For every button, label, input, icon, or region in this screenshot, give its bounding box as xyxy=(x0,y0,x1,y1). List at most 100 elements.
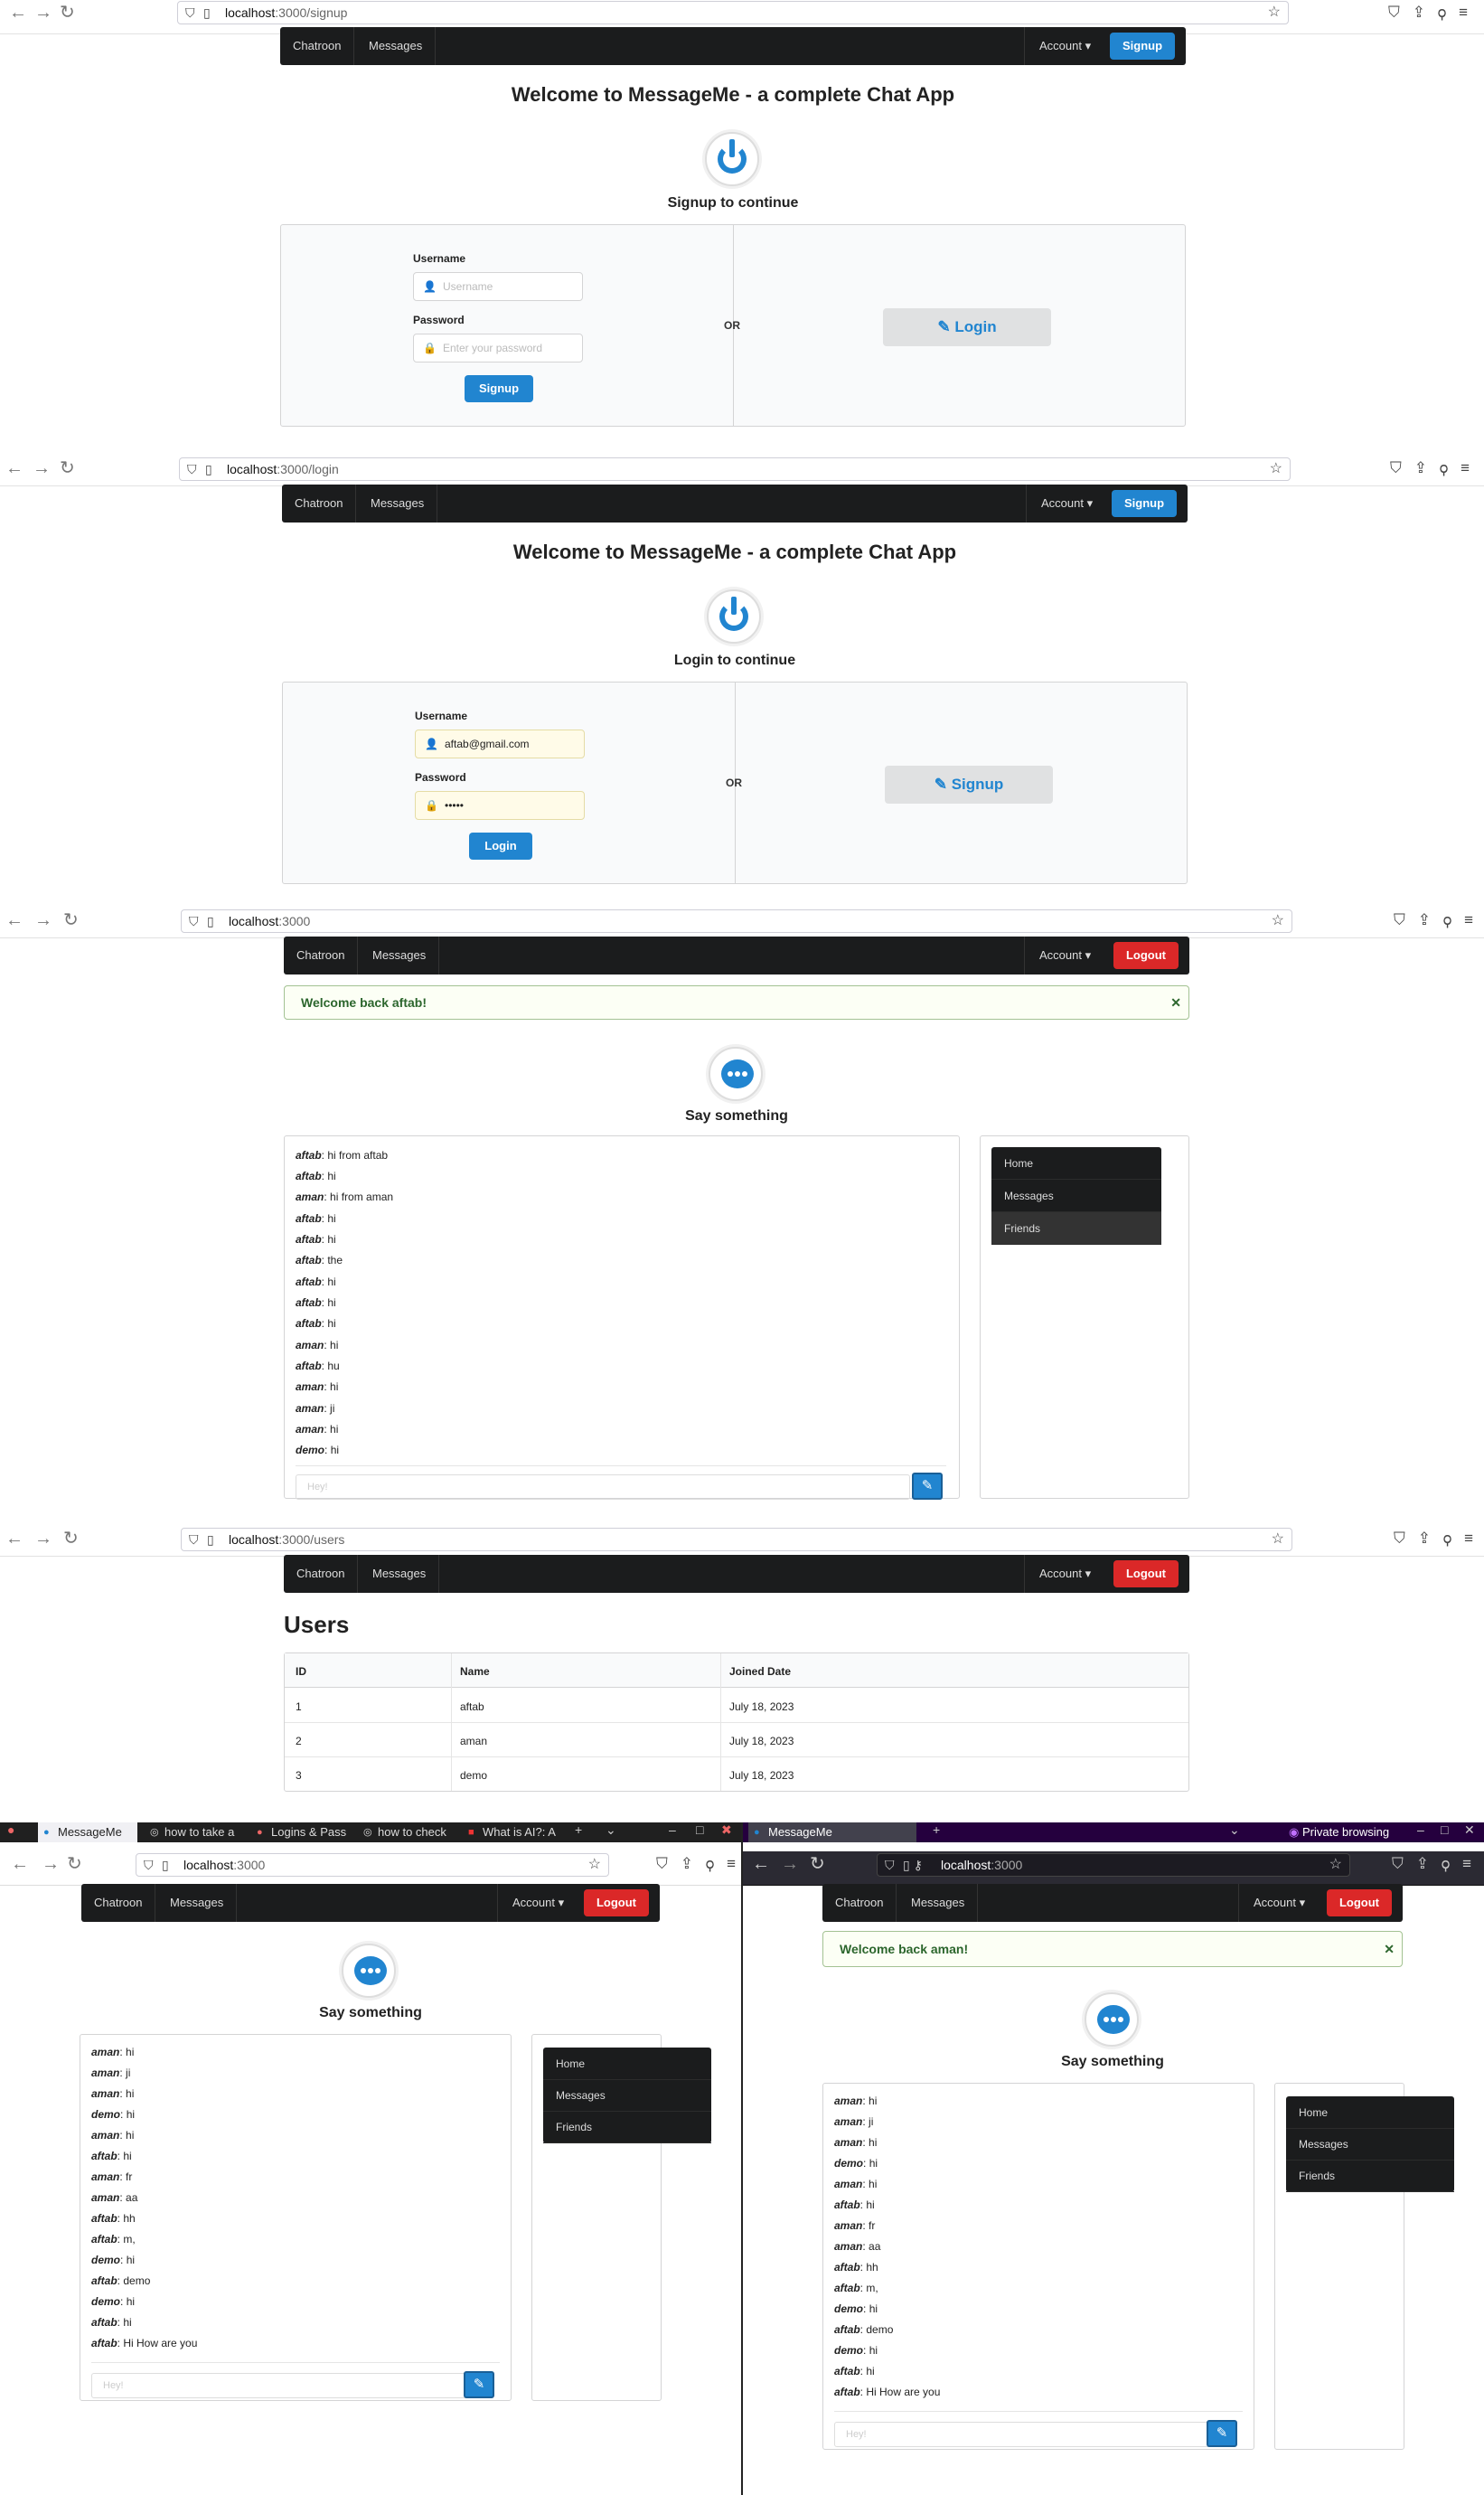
chevron-down-icon[interactable]: ⌄ xyxy=(606,1822,616,1838)
close-icon[interactable]: ✕ xyxy=(1170,986,1181,1019)
menu-item-home[interactable]: Home xyxy=(991,1147,1161,1180)
message-input[interactable]: Hey! xyxy=(296,1474,910,1500)
bookmark-star-icon[interactable]: ☆ xyxy=(1272,910,1284,932)
nav-chatroom[interactable]: Chatroon xyxy=(822,1884,897,1922)
nav-account-dropdown[interactable]: Account ▾ xyxy=(1026,485,1107,523)
back-icon[interactable]: ← xyxy=(11,1855,29,1873)
nav-account-dropdown[interactable]: Account ▾ xyxy=(1024,27,1105,65)
address-bar[interactable]: ⛉ ▯ localhost:3000/users ☆ xyxy=(181,1528,1292,1551)
tab-messageme[interactable]: ● MessageMe xyxy=(38,1822,137,1842)
message-input[interactable]: Hey! xyxy=(91,2373,471,2398)
nav-messages[interactable]: Messages xyxy=(898,1884,979,1922)
maximize-icon[interactable]: □ xyxy=(1441,1822,1448,1837)
minimize-icon[interactable]: – xyxy=(669,1822,676,1837)
close-window-icon[interactable]: ✕ xyxy=(1464,1822,1475,1838)
bookmark-star-icon[interactable]: ☆ xyxy=(588,1854,601,1876)
toolbar-icons[interactable]: ⛉⇪⚲≡ xyxy=(1394,911,1484,929)
bookmark-star-icon[interactable]: ☆ xyxy=(1329,1854,1342,1876)
nav-chatroom[interactable]: Chatroon xyxy=(81,1884,156,1922)
toolbar-icons[interactable]: ⛉⇪⚲≡ xyxy=(1394,1530,1484,1548)
username-input[interactable]: 👤 aftab@gmail.com xyxy=(415,730,585,758)
new-tab-icon[interactable]: + xyxy=(933,1822,940,1837)
menu-item-home[interactable]: Home xyxy=(1286,2096,1454,2129)
nav-messages[interactable]: Messages xyxy=(356,27,437,65)
tab-messageme[interactable]: ● MessageMe xyxy=(748,1822,916,1842)
reload-icon[interactable]: ↻ xyxy=(63,911,79,929)
password-input[interactable]: 🔒 Enter your password xyxy=(413,334,583,362)
signup-alt-button[interactable]: ✎ Signup xyxy=(885,766,1053,804)
nav-messages[interactable]: Messages xyxy=(360,937,440,974)
nav-chatroom[interactable]: Chatroon xyxy=(282,485,357,523)
close-window-icon[interactable]: ✖ xyxy=(721,1822,732,1838)
bookmark-star-icon[interactable]: ☆ xyxy=(1272,1529,1284,1550)
tab-what-is-ai[interactable]: ■ What is AI?: A xyxy=(463,1822,560,1842)
toolbar-icons[interactable]: ⛉⇪⚲≡ xyxy=(656,1855,748,1873)
bookmark-star-icon[interactable]: ☆ xyxy=(1270,458,1282,480)
login-button[interactable]: ✎ Login xyxy=(883,308,1051,346)
back-icon[interactable]: ← xyxy=(5,911,23,929)
nav-chatroom[interactable]: Chatroon xyxy=(284,1555,359,1593)
signup-button[interactable]: Signup xyxy=(1112,490,1177,517)
forward-icon[interactable]: → xyxy=(34,4,52,22)
maximize-icon[interactable]: □ xyxy=(696,1822,703,1837)
reload-icon[interactable]: ↻ xyxy=(60,4,75,22)
nav-account-dropdown[interactable]: Account ▾ xyxy=(1024,937,1105,974)
back-icon[interactable]: ← xyxy=(5,459,23,477)
send-button[interactable]: ✎ xyxy=(464,2371,494,2398)
password-input[interactable]: 🔒 ••••• xyxy=(415,791,585,820)
signup-button[interactable]: Signup xyxy=(1110,33,1175,60)
signup-submit-button[interactable]: Signup xyxy=(465,375,533,402)
username-input[interactable]: 👤 Username xyxy=(413,272,583,301)
nav-messages[interactable]: Messages xyxy=(157,1884,238,1922)
tab-logins-passwords[interactable]: ● Logins & Pass xyxy=(251,1822,352,1842)
close-icon[interactable]: ✕ xyxy=(1384,1932,1395,1966)
menu-item-messages[interactable]: Messages xyxy=(1286,2128,1454,2161)
back-icon[interactable]: ← xyxy=(5,1530,23,1548)
back-icon[interactable]: ← xyxy=(752,1855,770,1873)
logout-button[interactable]: Logout xyxy=(1113,1560,1179,1587)
forward-icon[interactable]: → xyxy=(781,1855,799,1873)
menu-item-home[interactable]: Home xyxy=(543,2048,711,2080)
login-submit-button[interactable]: Login xyxy=(469,833,532,860)
menu-item-friends[interactable]: Friends xyxy=(991,1212,1161,1245)
send-button[interactable]: ✎ xyxy=(912,1473,943,1500)
back-icon[interactable]: ← xyxy=(9,4,27,22)
address-bar[interactable]: ⛉ ▯ localhost:3000 ☆ xyxy=(181,909,1292,933)
chevron-down-icon[interactable]: ⌄ xyxy=(1229,1822,1240,1838)
menu-item-messages[interactable]: Messages xyxy=(991,1180,1161,1212)
nav-account-dropdown[interactable]: Account ▾ xyxy=(1024,1555,1105,1593)
new-tab-icon[interactable]: + xyxy=(575,1822,582,1837)
nav-chatroom[interactable]: Chatroon xyxy=(280,27,355,65)
forward-icon[interactable]: → xyxy=(34,911,52,929)
address-bar[interactable]: ⛉ ▯ localhost:3000/login ☆ xyxy=(179,457,1291,481)
logout-button[interactable]: Logout xyxy=(584,1889,649,1916)
logout-button[interactable]: Logout xyxy=(1327,1889,1392,1916)
nav-messages[interactable]: Messages xyxy=(360,1555,440,1593)
menu-item-friends[interactable]: Friends xyxy=(543,2111,711,2143)
nav-account-dropdown[interactable]: Account ▾ xyxy=(497,1884,578,1922)
address-bar[interactable]: ⛉ ▯ ⚷ localhost:3000 ☆ xyxy=(877,1853,1350,1877)
forward-icon[interactable]: → xyxy=(34,1530,52,1548)
minimize-icon[interactable]: – xyxy=(1417,1822,1424,1837)
tab-how-to-take[interactable]: ◎ how to take a xyxy=(145,1822,244,1842)
reload-icon[interactable]: ↻ xyxy=(60,459,75,477)
address-bar[interactable]: ⛉ ▯ localhost:3000 ☆ xyxy=(136,1853,609,1877)
toolbar-icons[interactable]: ⛉⇪⚲≡ xyxy=(1392,1855,1484,1873)
reload-icon[interactable]: ↻ xyxy=(810,1855,825,1873)
toolbar-icons[interactable]: ⛉⇪⚲≡ xyxy=(1390,459,1482,477)
forward-icon[interactable]: → xyxy=(42,1855,60,1873)
toolbar-icons[interactable]: ⛉⇪⚲≡ xyxy=(1388,4,1480,22)
reload-icon[interactable]: ↻ xyxy=(63,1530,79,1548)
nav-account-dropdown[interactable]: Account ▾ xyxy=(1238,1884,1320,1922)
nav-chatroom[interactable]: Chatroon xyxy=(284,937,359,974)
forward-icon[interactable]: → xyxy=(33,459,51,477)
tab-how-to-check[interactable]: ◎ how to check xyxy=(358,1822,457,1842)
message-input[interactable]: Hey! xyxy=(834,2422,1214,2447)
send-button[interactable]: ✎ xyxy=(1207,2420,1237,2447)
menu-item-messages[interactable]: Messages xyxy=(543,2079,711,2112)
bookmark-star-icon[interactable]: ☆ xyxy=(1268,2,1281,24)
reload-icon[interactable]: ↻ xyxy=(67,1855,82,1873)
menu-item-friends[interactable]: Friends xyxy=(1286,2160,1454,2192)
nav-messages[interactable]: Messages xyxy=(358,485,438,523)
address-bar[interactable]: ⛉ ▯ localhost:3000/signup ☆ xyxy=(177,1,1289,24)
